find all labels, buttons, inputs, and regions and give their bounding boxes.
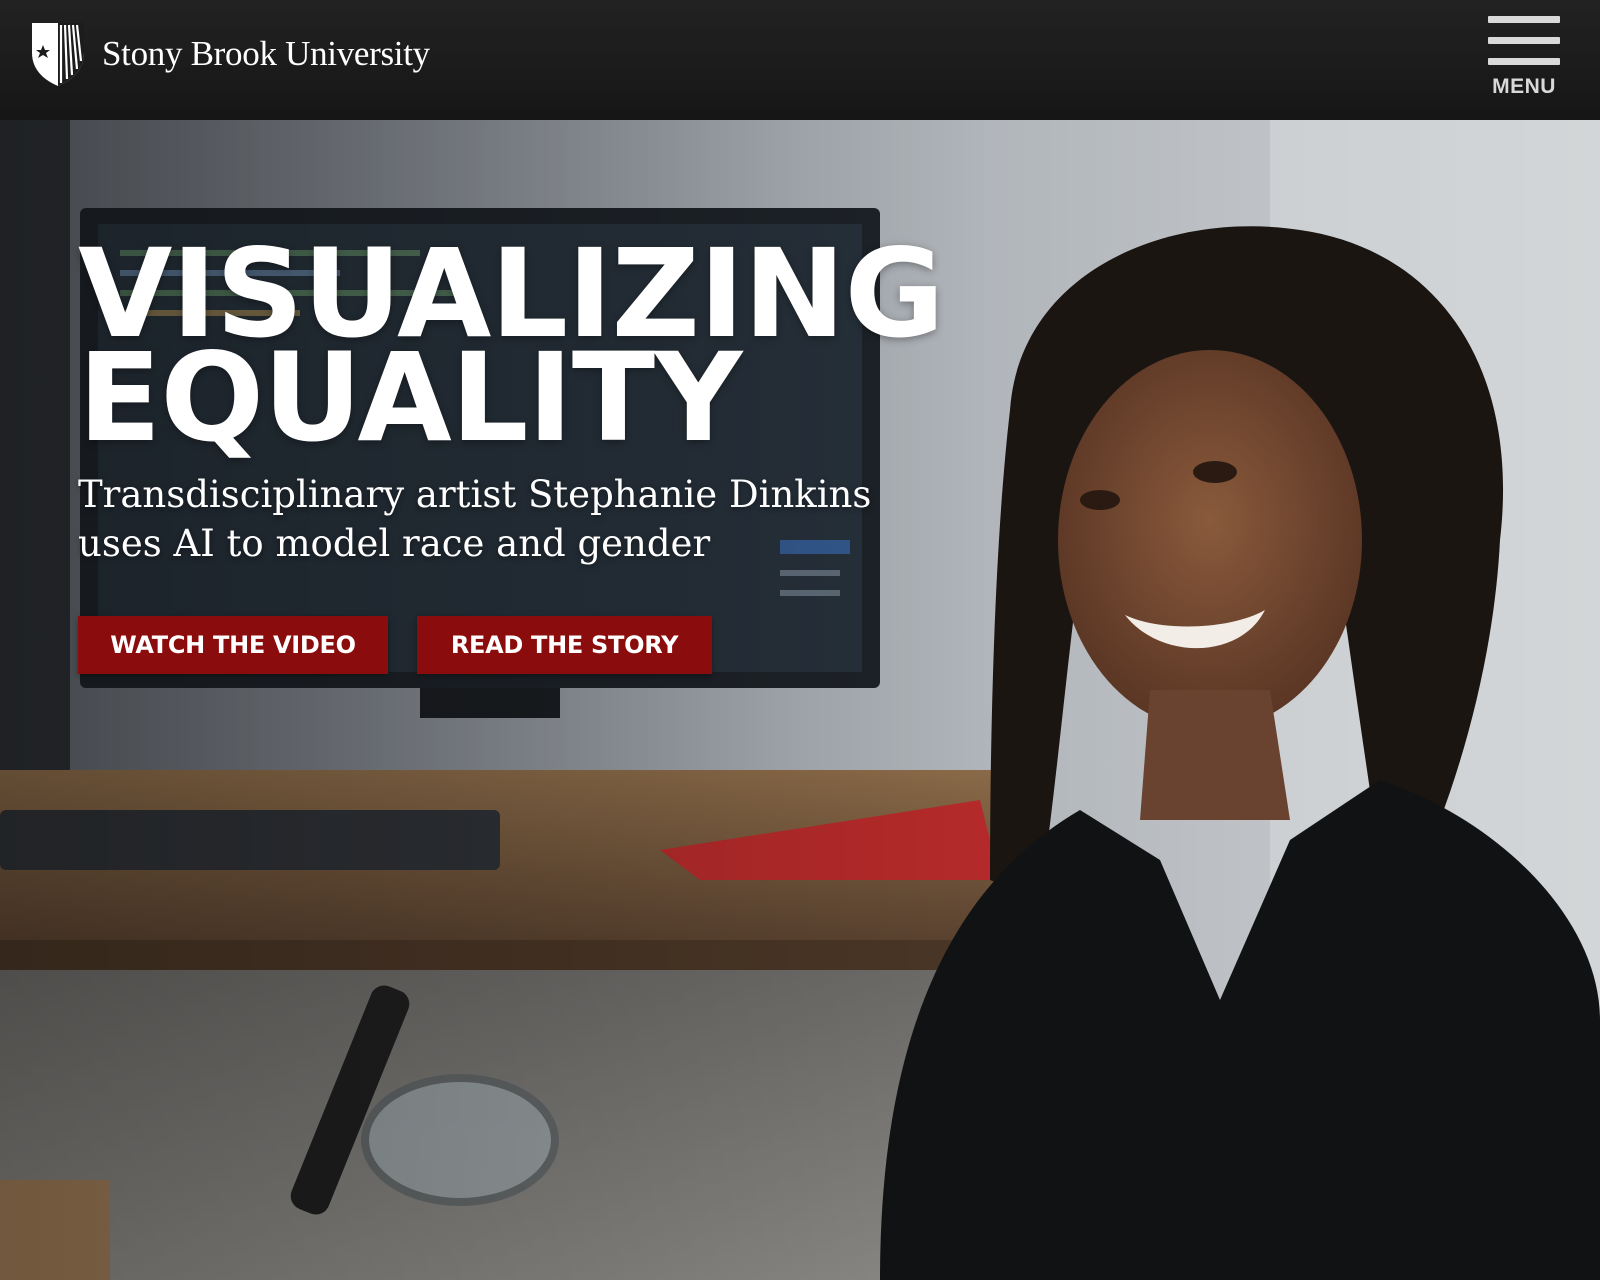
subhead-line-2: uses AI to model race and gender — [78, 522, 711, 565]
watch-video-button[interactable]: WATCH THE VIDEO — [78, 616, 388, 674]
hamburger-menu-icon — [1488, 16, 1560, 68]
university-logo-link[interactable]: Stony Brook University — [28, 18, 430, 90]
university-name: Stony Brook University — [102, 34, 430, 73]
hero-subheading: Transdisciplinary artist Stephanie Dinki… — [78, 470, 978, 568]
hero-banner: VISUALIZING EQUALITY Transdisciplinary a… — [0, 120, 1600, 1280]
read-story-button[interactable]: READ THE STORY — [417, 616, 712, 674]
site-header: Stony Brook University MENU — [0, 0, 1600, 120]
menu-label: MENU — [1492, 75, 1556, 98]
subhead-line-1: Transdisciplinary artist Stephanie Dinki… — [78, 473, 872, 516]
university-shield-icon — [32, 23, 84, 86]
menu-button[interactable]: MENU — [1488, 16, 1560, 100]
hero-headline: VISUALIZING EQUALITY — [78, 233, 978, 459]
